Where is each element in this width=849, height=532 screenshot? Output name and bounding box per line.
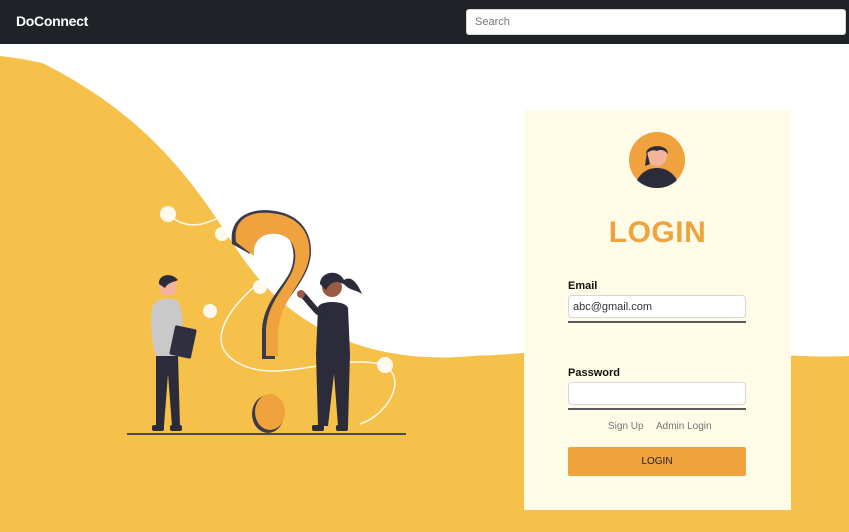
- email-field[interactable]: [568, 295, 746, 318]
- email-label: Email: [568, 280, 598, 292]
- password-label: Password: [568, 367, 620, 379]
- login-card: LOGIN Email Password Sign Up Admin Login…: [524, 110, 791, 510]
- password-field[interactable]: [568, 382, 746, 405]
- search-input[interactable]: [466, 9, 846, 35]
- user-avatar-icon: [629, 132, 685, 188]
- auth-links: Sign Up Admin Login: [568, 421, 746, 437]
- password-underline: [568, 408, 746, 410]
- admin-login-link[interactable]: Admin Login: [656, 421, 712, 432]
- signup-link[interactable]: Sign Up: [608, 421, 644, 432]
- navbar: DoConnect: [0, 0, 849, 44]
- brand-logo[interactable]: DoConnect: [16, 13, 88, 29]
- login-button[interactable]: LOGIN: [568, 447, 746, 476]
- email-underline: [568, 321, 746, 323]
- login-title: LOGIN: [608, 216, 707, 249]
